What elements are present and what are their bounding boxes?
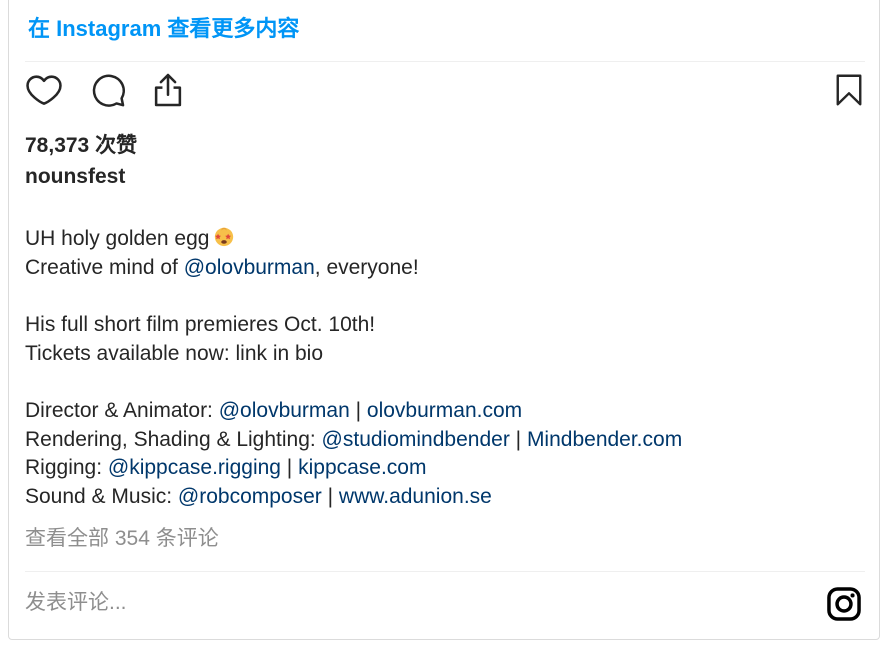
caption-line: UH holy golden egg <box>25 225 865 254</box>
website-link[interactable]: www.adunion.se <box>339 485 492 508</box>
credit-line: Rendering, Shading & Lighting: @studiomi… <box>25 426 865 455</box>
credit-label: Sound & Music: <box>25 484 178 508</box>
instagram-embed-card: 在 Instagram 查看更多内容 78,373 次赞 nounsfest U… <box>8 0 880 640</box>
credit-label: Director & Animator: <box>25 399 219 422</box>
star-struck-emoji-icon <box>215 227 234 247</box>
post-caption: UH holy golden egg Creative mind of @olo… <box>25 225 865 511</box>
mention-link[interactable]: @olovburman <box>219 399 350 422</box>
post-username[interactable]: nounsfest <box>25 165 125 189</box>
credit-line: Rigging: @kippcase.rigging | kippcase.co… <box>25 454 865 483</box>
view-more-on-instagram-link[interactable]: 在 Instagram 查看更多内容 <box>28 11 299 43</box>
credit-separator: | <box>280 456 299 479</box>
caption-line: His full short film premieres Oct. 10th! <box>25 313 376 336</box>
bookmark-icon[interactable] <box>831 71 867 109</box>
credit-line: Director & Animator: @olovburman | olovb… <box>25 397 865 426</box>
caption-line: Creative mind of @olovburman, everyone! <box>25 254 865 283</box>
header-divider <box>25 61 865 62</box>
caption-text: Creative mind of <box>25 255 184 279</box>
caption-line: Tickets available now: link in bio <box>25 341 324 365</box>
credit-label: Rendering, Shading & Lighting: <box>25 427 322 451</box>
website-link[interactable]: Mindbender.com <box>527 428 682 451</box>
mention-link[interactable]: @kippcase.rigging <box>108 456 281 479</box>
heart-icon[interactable] <box>25 71 63 109</box>
add-comment-input[interactable] <box>25 583 785 623</box>
caption-text: UH holy golden egg <box>25 227 210 250</box>
comment-icon[interactable] <box>89 71 127 109</box>
view-all-comments-link[interactable]: 查看全部 354 条评论 <box>25 522 219 552</box>
instagram-logo-icon[interactable] <box>825 585 863 623</box>
likes-count[interactable]: 78,373 次赞 <box>25 129 137 159</box>
website-link[interactable]: kippcase.com <box>298 456 426 479</box>
credit-line: Sound & Music: @robcomposer | www.adunio… <box>25 483 865 512</box>
comment-divider <box>25 571 865 572</box>
mention-link[interactable]: @olovburman <box>184 256 315 279</box>
caption-text: , everyone! <box>314 255 419 279</box>
website-link[interactable]: olovburman.com <box>367 399 522 422</box>
share-icon[interactable] <box>149 71 187 109</box>
mention-link[interactable]: @robcomposer <box>178 485 322 508</box>
credit-separator: | <box>349 399 367 422</box>
credit-separator: | <box>509 427 527 451</box>
mention-link[interactable]: @studiomindbender <box>322 428 510 451</box>
credit-label: Rigging: <box>25 456 108 479</box>
credit-separator: | <box>321 484 339 508</box>
action-bar <box>25 71 865 111</box>
